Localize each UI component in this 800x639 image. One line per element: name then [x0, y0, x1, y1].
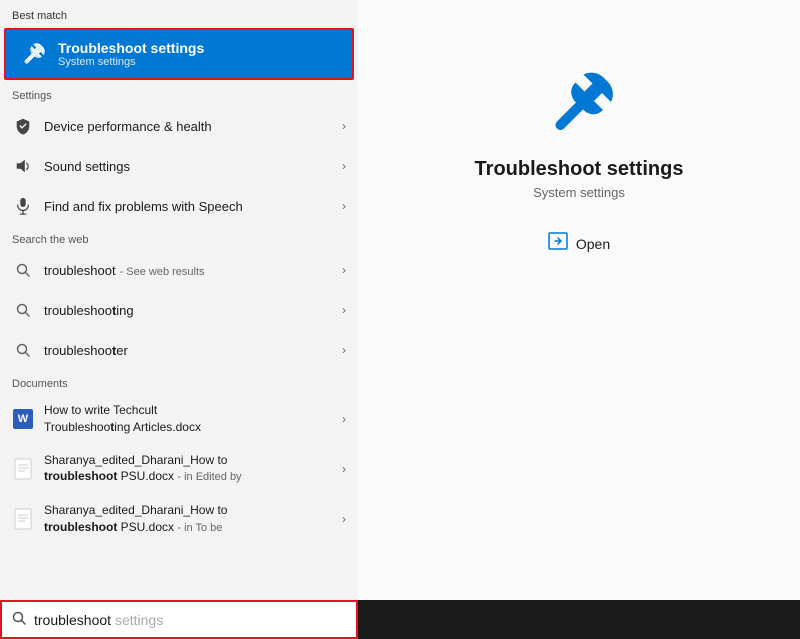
- doc-item-2-text: Sharanya_edited_Dharani_How to troublesh…: [44, 452, 342, 486]
- web-item-2[interactable]: troubleshooting ›: [0, 290, 358, 330]
- chevron-right-icon-1: ›: [342, 119, 346, 133]
- chevron-right-icon-7: ›: [342, 412, 346, 426]
- best-match-title: Troubleshoot settings: [58, 40, 204, 56]
- web-item-3[interactable]: troubleshooter ›: [0, 330, 358, 370]
- web-item-2-label: troubleshooting: [44, 303, 342, 318]
- search-placeholder: settings: [111, 612, 163, 628]
- mic-icon: [12, 195, 34, 217]
- word-doc-icon-1: W: [12, 408, 34, 430]
- search-web-icon-3: [12, 339, 34, 361]
- settings-item-device[interactable]: Device performance & health ›: [0, 106, 358, 146]
- best-match-item[interactable]: Troubleshoot settings System settings: [4, 28, 354, 80]
- speaker-icon: [12, 155, 34, 177]
- settings-item-sound-label: Sound settings: [44, 159, 342, 174]
- search-web-icon-2: [12, 299, 34, 321]
- right-title: Troubleshoot settings: [475, 158, 684, 181]
- wrench-icon: [16, 38, 48, 70]
- taskbar-search-bar[interactable]: troubleshoot settings: [0, 600, 358, 639]
- best-match-subtitle: System settings: [58, 56, 204, 68]
- chevron-right-icon-2: ›: [342, 159, 346, 173]
- right-panel: Troubleshoot settings System settings Op…: [358, 0, 800, 600]
- chevron-right-icon-4: ›: [342, 263, 346, 277]
- doc-item-3[interactable]: Sharanya_edited_Dharani_How to troublesh…: [0, 494, 358, 544]
- doc-icon-3: [12, 508, 34, 530]
- doc-item-3-text: Sharanya_edited_Dharani_How to troublesh…: [44, 502, 342, 536]
- settings-item-speech[interactable]: Find and fix problems with Speech ›: [0, 186, 358, 226]
- web-item-1-label: troubleshoot- See web results: [44, 263, 342, 278]
- open-label: Open: [576, 236, 610, 252]
- settings-item-sound[interactable]: Sound settings ›: [0, 146, 358, 186]
- settings-item-device-label: Device performance & health: [44, 119, 342, 134]
- web-item-3-label: troubleshooter: [44, 343, 342, 358]
- chevron-right-icon-6: ›: [342, 343, 346, 357]
- chevron-right-icon-5: ›: [342, 303, 346, 317]
- chevron-right-icon-3: ›: [342, 199, 346, 213]
- search-typed: troubleshoot: [34, 612, 111, 628]
- right-subtitle: System settings: [533, 185, 625, 200]
- taskbar: troubleshoot settings: [0, 600, 800, 639]
- docs-section-label: Documents: [0, 370, 358, 394]
- best-match-text: Troubleshoot settings System settings: [58, 40, 204, 68]
- doc-icon-2: [12, 458, 34, 480]
- doc-item-1[interactable]: W How to write Techcult Troubleshooting …: [0, 394, 358, 444]
- taskbar-search-text: troubleshoot settings: [34, 612, 163, 628]
- web-item-1[interactable]: troubleshoot- See web results ›: [0, 250, 358, 290]
- search-web-icon-1: [12, 259, 34, 281]
- settings-section-label: Settings: [0, 82, 358, 106]
- web-section-label: Search the web: [0, 226, 358, 250]
- right-wrench-icon: [539, 60, 619, 140]
- open-button[interactable]: Open: [540, 228, 618, 259]
- doc-item-1-text: How to write Techcult Troubleshooting Ar…: [44, 402, 342, 436]
- best-match-label: Best match: [0, 0, 358, 26]
- open-icon: [548, 232, 568, 255]
- settings-item-speech-label: Find and fix problems with Speech: [44, 199, 342, 214]
- chevron-right-icon-8: ›: [342, 462, 346, 476]
- doc-item-2[interactable]: Sharanya_edited_Dharani_How to troublesh…: [0, 444, 358, 494]
- left-panel: Best match Troubleshoot settings System …: [0, 0, 358, 600]
- shield-icon: [12, 115, 34, 137]
- chevron-right-icon-9: ›: [342, 512, 346, 526]
- taskbar-search-icon: [12, 611, 26, 628]
